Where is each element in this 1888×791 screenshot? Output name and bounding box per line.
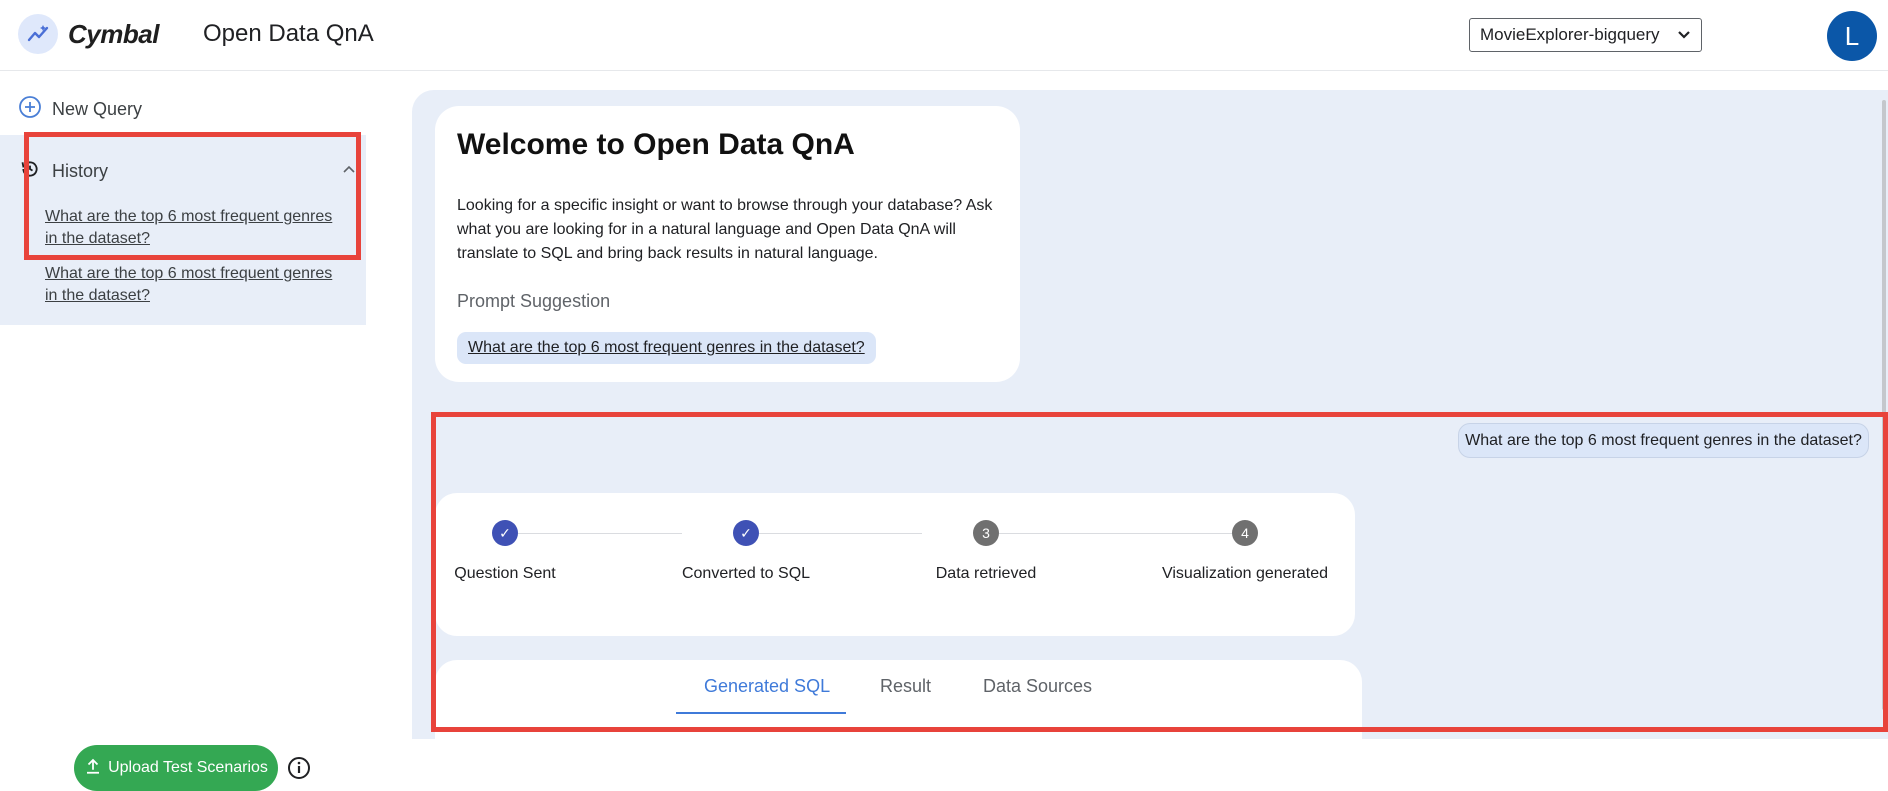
step-label: Converted to SQL — [681, 565, 811, 582]
upload-test-scenarios-button[interactable]: Upload Test Scenarios — [74, 745, 278, 791]
prompt-suggestion-label: Prompt Suggestion — [457, 291, 611, 311]
prompt-suggestion-chip[interactable]: What are the top 6 most frequent genres … — [457, 332, 876, 364]
brand-name: Cymbal — [68, 18, 159, 49]
chevron-up-icon[interactable] — [342, 161, 356, 179]
history-label: History — [52, 161, 109, 181]
datasource-selected-value: MovieExplorer-bigquery — [1480, 25, 1660, 44]
new-query-button[interactable]: New Query — [18, 95, 142, 124]
step-label: Data retrieved — [935, 565, 1037, 582]
user-message-bubble: What are the top 6 most frequent genres … — [1458, 423, 1869, 458]
welcome-card: Welcome to Open Data QnA Looking for a s… — [435, 106, 1020, 382]
step-label: Visualization generated — [1161, 565, 1329, 582]
tab-result[interactable]: Result — [880, 676, 931, 697]
user-avatar[interactable]: L — [1827, 11, 1877, 61]
upload-label: Upload Test Scenarios — [108, 759, 268, 776]
info-icon[interactable] — [287, 756, 311, 785]
history-item[interactable]: What are the top 6 most frequent genres … — [45, 263, 335, 307]
app-title: Open Data QnA — [203, 20, 374, 47]
active-tab-indicator — [676, 712, 846, 714]
step-3-number: 3 — [973, 520, 999, 546]
welcome-title: Welcome to Open Data QnA — [457, 128, 855, 161]
scrollbar[interactable] — [1882, 100, 1886, 710]
progress-stepper: ✓ ✓ 3 4 Question Sent Converted to SQL D… — [435, 493, 1355, 636]
upload-icon — [84, 757, 108, 780]
tab-data-sources[interactable]: Data Sources — [983, 676, 1092, 697]
chevron-down-icon — [1677, 25, 1691, 45]
history-icon — [20, 159, 52, 184]
step-1-check-icon: ✓ — [492, 520, 518, 546]
history-panel: History What are the top 6 most frequent… — [0, 135, 366, 325]
add-circle-icon — [18, 95, 52, 124]
step-2-check-icon: ✓ — [733, 520, 759, 546]
top-bar: Cymbal Open Data QnA MovieExplorer-bigqu… — [0, 0, 1888, 71]
history-item[interactable]: What are the top 6 most frequent genres … — [45, 206, 335, 250]
welcome-description: Looking for a specific insight or want t… — [457, 197, 993, 262]
step-4-number: 4 — [1232, 520, 1258, 546]
history-header[interactable]: History — [20, 159, 108, 184]
trend-chart-icon — [18, 14, 58, 54]
step-connector — [999, 533, 1239, 534]
datasource-select[interactable]: MovieExplorer-bigquery — [1469, 18, 1702, 52]
step-connector — [518, 533, 682, 534]
step-label: Question Sent — [454, 565, 556, 582]
brand-logo[interactable]: Cymbal — [18, 14, 159, 54]
step-connector — [759, 533, 922, 534]
tab-generated-sql[interactable]: Generated SQL — [704, 676, 830, 697]
result-tabs: Generated SQL Result Data Sources — [435, 660, 1362, 739]
sidebar: New Query History What are the top 6 mos… — [0, 71, 366, 791]
new-query-label: New Query — [52, 99, 143, 119]
